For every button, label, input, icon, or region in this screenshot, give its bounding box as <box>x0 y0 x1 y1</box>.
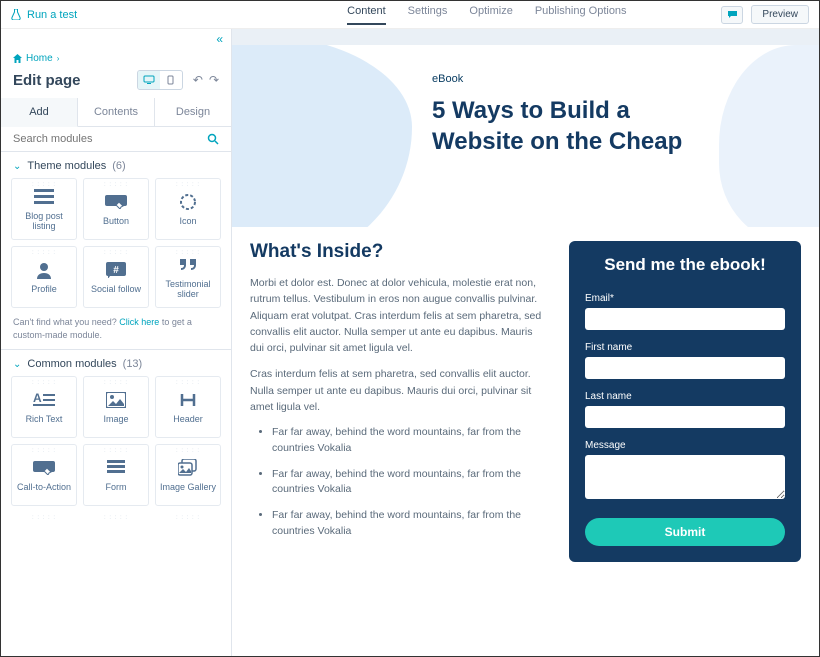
home-icon <box>13 54 22 63</box>
breadcrumb[interactable]: Home › <box>1 49 231 66</box>
inside-para-1: Morbi et dolor est. Donec at dolor vehic… <box>250 275 549 356</box>
chevron-down-icon: ⌄ <box>13 161 21 172</box>
module-social-follow[interactable]: : : : : : # Social follow <box>83 246 149 308</box>
tab-publishing-options[interactable]: Publishing Options <box>535 5 627 25</box>
click-here-link[interactable]: Click here <box>119 317 159 327</box>
page-title: Edit page <box>13 72 81 89</box>
input-last-name[interactable] <box>585 406 785 428</box>
module-form[interactable]: : : : : : Form <box>83 444 149 506</box>
module-image[interactable]: : : : : : Image <box>83 376 149 438</box>
label-first-name: First name <box>585 342 785 353</box>
undo-button[interactable]: ↶ <box>193 73 203 87</box>
search-input[interactable] <box>13 133 207 145</box>
hero-blob-left <box>232 45 412 227</box>
help-text: Can't find what you need? Click here to … <box>1 308 231 350</box>
tab-settings[interactable]: Settings <box>408 5 448 25</box>
module-profile[interactable]: : : : : : Profile <box>11 246 77 308</box>
subtab-design[interactable]: Design <box>155 98 231 127</box>
inside-bullet: Far far away, behind the word mountains,… <box>272 467 549 499</box>
module-rich-text[interactable]: : : : : : A Rich Text <box>11 376 77 438</box>
search-icon[interactable] <box>207 133 219 145</box>
text-lines-icon: A <box>33 389 55 411</box>
desktop-icon[interactable] <box>138 71 160 89</box>
user-icon <box>35 259 53 281</box>
circle-dashed-icon <box>179 191 197 213</box>
form-icon <box>107 457 125 479</box>
hashtag-icon: # <box>106 259 126 281</box>
section-theme-modules[interactable]: ⌄ Theme modules (6) <box>1 152 231 178</box>
section-common-modules[interactable]: ⌄ Common modules (13) <box>1 350 231 376</box>
hero-title: 5 Ways to Build a Website on the Cheap <box>432 95 682 157</box>
module-header[interactable]: : : : : : Header <box>155 376 221 438</box>
module-testimonial-slider[interactable]: : : : : : Testimonial slider <box>155 246 221 308</box>
collapse-sidebar-icon[interactable]: « <box>216 32 223 46</box>
image-icon <box>106 389 126 411</box>
module-image-gallery[interactable]: : : : : : Image Gallery <box>155 444 221 506</box>
inside-bullet: Far far away, behind the word mountains,… <box>272 425 549 457</box>
tab-content[interactable]: Content <box>347 5 386 25</box>
mobile-icon[interactable] <box>160 71 182 89</box>
comments-button[interactable] <box>721 6 743 24</box>
tab-optimize[interactable]: Optimize <box>469 5 512 25</box>
subtab-contents[interactable]: Contents <box>78 98 155 127</box>
form-card: Send me the ebook! Email* First name Las… <box>569 241 801 562</box>
module-placeholder[interactable]: : : : : : <box>155 512 221 532</box>
input-message[interactable] <box>585 455 785 499</box>
hero-blob-right <box>719 45 819 227</box>
module-cta[interactable]: : : : : : Call-to-Action <box>11 444 77 506</box>
module-icon[interactable]: : : : : : Icon <box>155 178 221 240</box>
gallery-icon <box>178 457 198 479</box>
inside-para-2: Cras interdum felis at sem pharetra, sed… <box>250 366 549 415</box>
device-toggle[interactable] <box>137 70 183 90</box>
inside-heading: What's Inside? <box>250 241 549 263</box>
module-button[interactable]: : : : : : Button <box>83 178 149 240</box>
hero-eyebrow: eBook <box>432 73 682 85</box>
cta-icon <box>33 457 55 479</box>
comment-icon <box>727 10 738 20</box>
svg-text:A: A <box>33 392 42 405</box>
module-placeholder[interactable]: : : : : : <box>11 512 77 532</box>
input-email[interactable] <box>585 308 785 330</box>
heading-icon <box>180 389 196 411</box>
module-blog-post-listing[interactable]: : : : : : Blog post listing <box>11 178 77 240</box>
run-test-link[interactable]: Run a test <box>11 9 77 21</box>
input-first-name[interactable] <box>585 357 785 379</box>
quote-icon <box>178 254 198 276</box>
svg-text:#: # <box>113 265 119 276</box>
inside-bullet: Far far away, behind the word mountains,… <box>272 508 549 540</box>
list-icon <box>34 186 54 208</box>
submit-button[interactable]: Submit <box>585 518 785 546</box>
redo-button[interactable]: ↷ <box>209 73 219 87</box>
label-message: Message <box>585 440 785 451</box>
chevron-down-icon: ⌄ <box>13 359 21 370</box>
chevron-right-icon: › <box>57 54 60 63</box>
preview-button[interactable]: Preview <box>751 5 809 24</box>
form-title: Send me the ebook! <box>585 255 785 275</box>
button-icon <box>105 191 127 213</box>
flask-icon <box>11 9 21 20</box>
label-email: Email* <box>585 293 785 304</box>
subtab-add[interactable]: Add <box>1 98 78 127</box>
module-placeholder[interactable]: : : : : : <box>83 512 149 532</box>
label-last-name: Last name <box>585 391 785 402</box>
